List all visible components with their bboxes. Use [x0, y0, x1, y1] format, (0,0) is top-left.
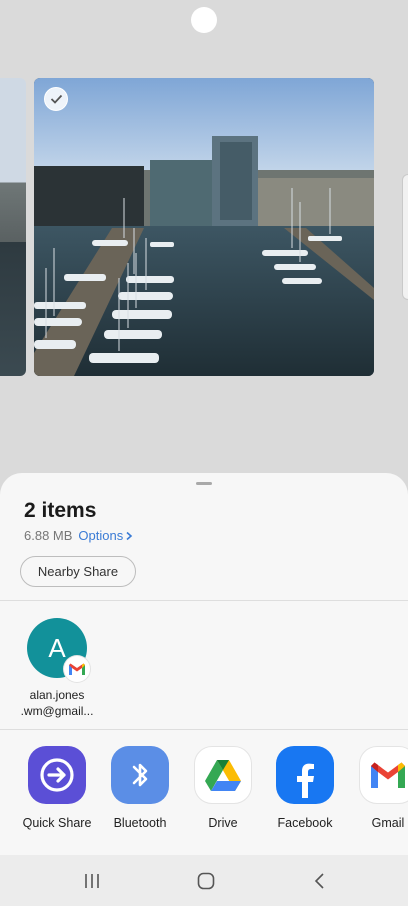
chevron-right-icon [126, 531, 133, 540]
app-facebook[interactable]: Facebook [263, 746, 347, 830]
divider [0, 600, 408, 601]
checkmark-icon [50, 94, 62, 104]
recent-apps-icon[interactable] [80, 870, 104, 892]
contact-name-line2: .wm@gmail... [20, 704, 94, 718]
contact-name[interactable]: alan.jones .wm@gmail... [10, 687, 104, 719]
selected-checkbox[interactable] [44, 87, 68, 111]
home-icon[interactable] [194, 870, 218, 892]
app-label: Quick Share [22, 816, 92, 830]
app-quick-share[interactable]: Quick Share [15, 746, 99, 830]
previous-image-thumbnail[interactable] [0, 78, 26, 376]
app-label: Facebook [277, 816, 333, 830]
nearby-share-button[interactable]: Nearby Share [20, 556, 136, 587]
gmail-icon [64, 656, 90, 682]
google-drive-icon [194, 746, 252, 804]
contact-name-line1: alan.jones [29, 688, 85, 702]
divider [0, 729, 408, 730]
app-gmail[interactable]: Gmail [346, 746, 408, 830]
options-link[interactable]: Options [78, 528, 133, 543]
app-label: Gmail [371, 816, 405, 830]
back-icon[interactable] [308, 870, 332, 892]
front-camera-cutout [191, 7, 217, 33]
sheet-drag-handle[interactable] [196, 482, 212, 485]
app-label: Bluetooth [113, 816, 167, 830]
facebook-icon [276, 746, 334, 804]
app-label: Drive [208, 816, 238, 830]
share-items-title: 2 items [24, 499, 97, 522]
quick-share-icon [28, 746, 86, 804]
edge-panel-handle[interactable] [402, 174, 408, 300]
app-bluetooth[interactable]: Bluetooth [98, 746, 182, 830]
share-size: 6.88 MB [24, 528, 73, 543]
selected-image-thumbnail[interactable] [34, 78, 374, 376]
gmail-icon [359, 746, 408, 804]
share-size-line: 6.88 MB Options [24, 528, 133, 543]
app-drive[interactable]: Drive [181, 746, 265, 830]
bluetooth-icon [111, 746, 169, 804]
options-label: Options [78, 528, 124, 543]
